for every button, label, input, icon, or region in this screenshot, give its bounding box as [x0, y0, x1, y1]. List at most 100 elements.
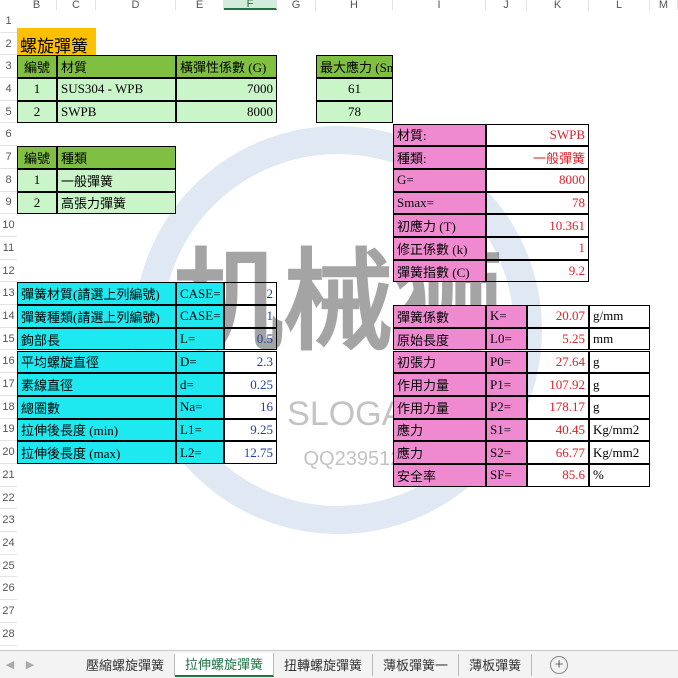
result-value[interactable]: 40.45: [527, 418, 589, 442]
property-value[interactable]: 8000: [486, 168, 589, 192]
result-symbol[interactable]: P0=: [486, 350, 527, 374]
row-header-19[interactable]: 19: [0, 419, 17, 442]
column-header-d[interactable]: D: [96, 0, 176, 11]
add-sheet-icon[interactable]: +: [550, 655, 569, 674]
material-table-cell[interactable]: 7000: [176, 78, 277, 101]
material-table-cell[interactable]: 61: [316, 78, 393, 101]
sheet-tab[interactable]: 壓縮螺旋彈簧: [76, 653, 176, 676]
input-symbol[interactable]: L1=: [176, 418, 224, 442]
row-header-14[interactable]: 14: [0, 305, 17, 328]
row-header-25[interactable]: 25: [0, 555, 17, 578]
row-header-12[interactable]: 12: [0, 260, 17, 283]
material-table-cell[interactable]: 2: [17, 100, 57, 124]
input-symbol[interactable]: CASE=: [176, 282, 224, 306]
type-table-cell[interactable]: 1: [17, 168, 57, 192]
input-label[interactable]: 平均螺旋直徑: [17, 350, 176, 374]
input-symbol[interactable]: d=: [176, 373, 224, 396]
result-value[interactable]: 20.07: [527, 305, 589, 328]
result-symbol[interactable]: P2=: [486, 395, 527, 419]
material-table-cell[interactable]: 8000: [176, 100, 277, 124]
column-header-b[interactable]: B: [17, 0, 57, 11]
column-header-l[interactable]: L: [589, 0, 650, 11]
material-table-header[interactable]: 材質: [57, 55, 176, 79]
property-label[interactable]: G=: [393, 168, 486, 192]
row-header-7[interactable]: 7: [0, 146, 17, 169]
result-value[interactable]: 178.17: [527, 395, 589, 419]
result-unit[interactable]: g: [589, 350, 650, 374]
result-unit[interactable]: g: [589, 395, 650, 419]
row-header-26[interactable]: 26: [0, 578, 17, 601]
sheet-tab[interactable]: 薄板彈簧一: [373, 653, 460, 676]
material-table-header[interactable]: 最大應力 (Smax): [316, 55, 393, 79]
input-value-field[interactable]: 16: [224, 395, 277, 419]
row-header-28[interactable]: 28: [0, 623, 17, 646]
input-value-field[interactable]: 9.25: [224, 418, 277, 442]
result-value[interactable]: 85.6: [527, 464, 589, 487]
result-label[interactable]: 作用力量: [393, 373, 486, 396]
property-value[interactable]: 78: [486, 191, 589, 215]
row-header-23[interactable]: 23: [0, 509, 17, 533]
row-header-15[interactable]: 15: [0, 328, 17, 351]
property-label[interactable]: Smax=: [393, 191, 486, 215]
result-label[interactable]: 初張力: [393, 350, 486, 374]
result-unit[interactable]: g: [589, 373, 650, 396]
input-value-field[interactable]: 0.25: [224, 373, 277, 396]
row-header-10[interactable]: 10: [0, 214, 17, 237]
input-value-field[interactable]: 1: [224, 305, 277, 328]
property-value[interactable]: 1: [486, 237, 589, 260]
property-label[interactable]: 初應力 (T): [393, 214, 486, 237]
result-unit[interactable]: %: [589, 464, 650, 487]
result-label[interactable]: 原始長度: [393, 327, 486, 351]
result-value[interactable]: 66.77: [527, 441, 589, 464]
column-header-g[interactable]: G: [277, 0, 316, 11]
input-value-field[interactable]: 2: [224, 282, 277, 306]
result-symbol[interactable]: P1=: [486, 373, 527, 396]
prev-sheet-icon[interactable]: ◀: [0, 658, 20, 671]
row-header-24[interactable]: 24: [0, 532, 17, 555]
material-table-header[interactable]: 橫彈性係數 (G): [176, 55, 277, 79]
type-table-cell[interactable]: 高張力彈簧: [57, 191, 176, 215]
row-header-2[interactable]: 2: [0, 33, 17, 56]
input-value-field[interactable]: 2.3: [224, 350, 277, 374]
result-unit[interactable]: g/mm: [589, 305, 650, 328]
column-header-h[interactable]: H: [316, 0, 393, 11]
result-label[interactable]: 作用力量: [393, 395, 486, 419]
property-label[interactable]: 修正係數 (k): [393, 237, 486, 260]
material-table-cell[interactable]: 78: [316, 100, 393, 124]
type-table-header[interactable]: 編號: [17, 146, 57, 169]
input-symbol[interactable]: CASE=: [176, 305, 224, 328]
spreadsheet-grid[interactable]: 机械狮 SLOGAN QQ2395129 BCDEFGHIJKLM1234567…: [0, 0, 678, 650]
type-table-cell[interactable]: 一般彈簧: [57, 168, 176, 192]
sheet-tab[interactable]: 拉伸螺旋彈簧: [175, 652, 275, 677]
sheet-tab[interactable]: 薄板彈簧: [459, 653, 533, 676]
input-symbol[interactable]: L=: [176, 327, 224, 351]
material-table-cell[interactable]: SWPB: [57, 100, 176, 124]
result-symbol[interactable]: S1=: [486, 418, 527, 442]
property-value[interactable]: 10.361: [486, 214, 589, 237]
input-label[interactable]: 總圈數: [17, 395, 176, 419]
input-label[interactable]: 素線直徑: [17, 373, 176, 396]
result-label[interactable]: 應力: [393, 441, 486, 464]
input-label[interactable]: 拉伸後長度 (min): [17, 418, 176, 442]
input-symbol[interactable]: Na=: [176, 395, 224, 419]
result-value[interactable]: 107.92: [527, 373, 589, 396]
row-header-5[interactable]: 5: [0, 101, 17, 124]
row-header-4[interactable]: 4: [0, 78, 17, 101]
input-value-field[interactable]: 0.5: [224, 327, 277, 351]
row-header-8[interactable]: 8: [0, 169, 17, 192]
column-header-m[interactable]: M: [650, 0, 678, 11]
result-symbol[interactable]: SF=: [486, 464, 527, 487]
property-label[interactable]: 材質:: [393, 123, 486, 147]
result-value[interactable]: 27.64: [527, 350, 589, 374]
row-header-18[interactable]: 18: [0, 396, 17, 419]
column-header-j[interactable]: J: [486, 0, 527, 11]
next-sheet-icon[interactable]: ▶: [20, 658, 40, 671]
row-header-13[interactable]: 13: [0, 282, 17, 306]
column-header-k[interactable]: K: [527, 0, 589, 11]
input-value-field[interactable]: 12.75: [224, 441, 277, 464]
material-table-cell[interactable]: SUS304 - WPB: [57, 78, 176, 101]
column-header-i[interactable]: I: [393, 0, 486, 11]
result-symbol[interactable]: S2=: [486, 441, 527, 464]
result-unit[interactable]: Kg/mm2: [589, 441, 650, 464]
result-symbol[interactable]: L0=: [486, 327, 527, 351]
